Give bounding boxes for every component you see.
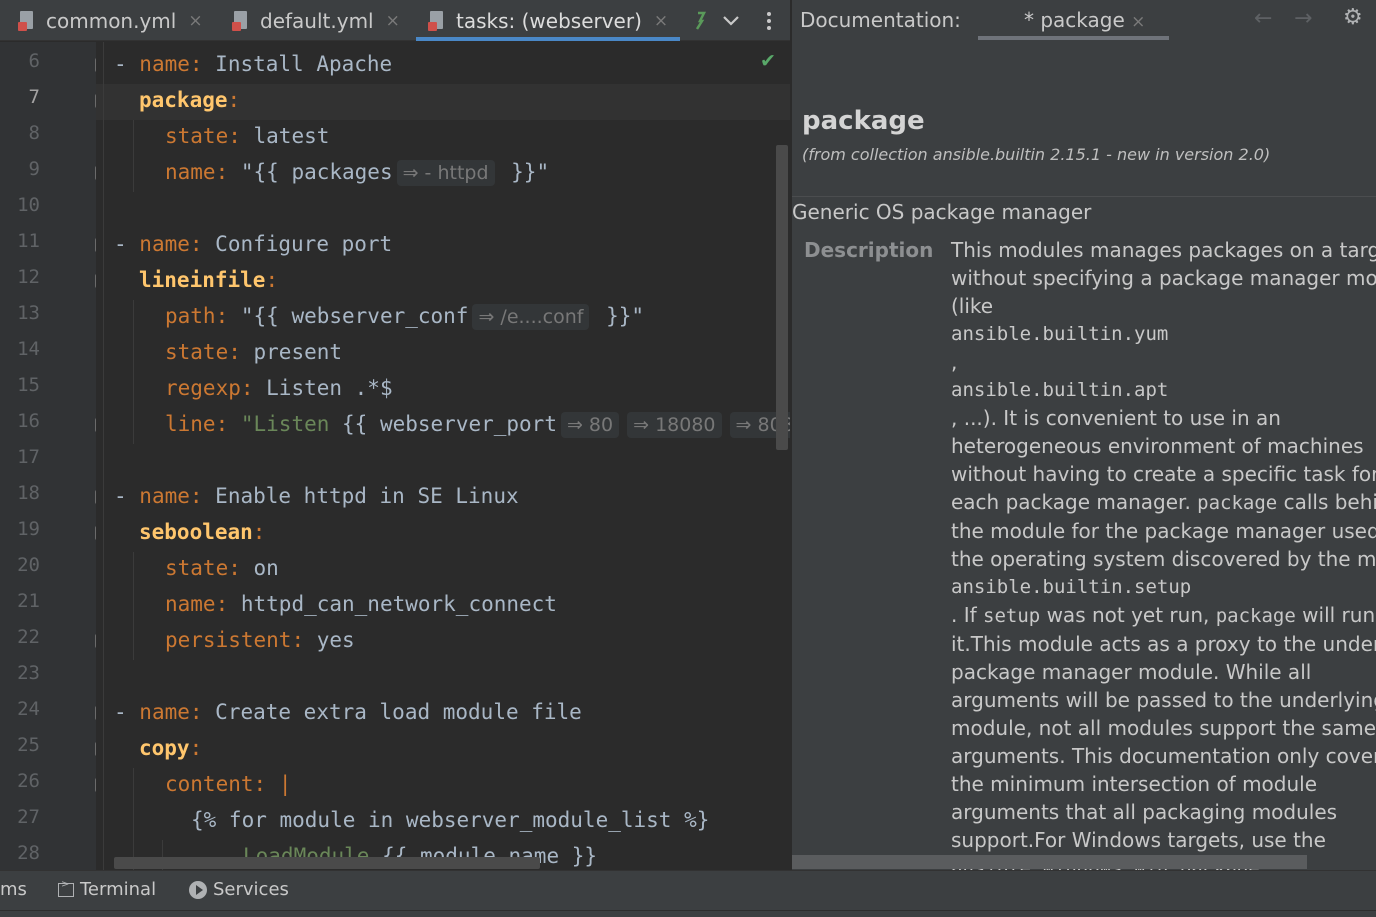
line-number: 8	[28, 122, 40, 144]
code-line: lineinfile:	[139, 268, 279, 292]
line-number: 19	[17, 518, 40, 540]
line-number: 15	[17, 374, 40, 396]
doc-tab-indicator	[978, 36, 1169, 40]
line-number: 9	[28, 158, 40, 180]
line-number: 11	[17, 230, 40, 252]
inlay-hint[interactable]: ⇒ 80	[560, 412, 620, 438]
ansible-icon[interactable]	[692, 0, 708, 41]
line-number: 16	[17, 410, 40, 432]
documentation-title: Documentation:	[800, 8, 961, 32]
tab-default-yml[interactable]: default.yml ×	[232, 0, 400, 41]
line-number: 23	[17, 662, 40, 684]
indent-guide	[133, 768, 134, 870]
close-icon[interactable]: ×	[654, 11, 668, 31]
tab-label: tasks: (webserver)	[456, 8, 642, 33]
indent-guide	[133, 300, 134, 444]
documentation-header: Documentation: * package × ← → ⚙	[792, 0, 1376, 41]
code-line: - name: Configure port	[114, 232, 393, 256]
line-number: 13	[17, 302, 40, 324]
inlay-hint[interactable]: ⇒ /e....conf	[472, 304, 590, 330]
line-number-gutter: 6 7 8 9 10 11 12 13 14 15 16 17 18 19 20…	[0, 42, 109, 870]
doc-horizontal-scrollbar[interactable]	[792, 855, 1307, 869]
tab-label: common.yml	[46, 8, 177, 33]
module-subtitle: (from collection ansible.builtin 2.15.1 …	[802, 145, 1271, 164]
line-number: 21	[17, 590, 40, 612]
tab-label: default.yml	[260, 8, 374, 33]
code-editor[interactable]: - name: Install Apache package: state: l…	[96, 42, 790, 870]
code-line: line: "Listen {{ webserver_port ⇒ 80 ⇒ 180…	[165, 406, 790, 442]
inlay-hint[interactable]: ⇒ - httpd	[396, 160, 495, 186]
code-line: state: latest	[165, 124, 330, 148]
line-number: 20	[17, 554, 40, 576]
line-number: 17	[17, 446, 40, 468]
indent-guide	[133, 120, 134, 192]
indent-guide	[133, 552, 134, 660]
code-line: state: present	[165, 340, 343, 364]
tool-problems[interactable]: ms	[0, 879, 27, 900]
code-line: copy:	[139, 736, 203, 760]
more-options-icon[interactable]	[766, 0, 772, 41]
tab-list-chevron-down-icon[interactable]	[722, 0, 740, 41]
module-heading: package	[802, 106, 925, 136]
documentation-panel: Documentation: * package × ← → ⚙ package…	[791, 0, 1376, 870]
line-number: 10	[17, 194, 40, 216]
code-line: name: "{{ packages ⇒ - httpd }}"	[165, 160, 550, 186]
code-line: package:	[139, 88, 241, 112]
tool-window-bar: ms Terminal Services	[0, 870, 1376, 910]
description-label: Description	[804, 238, 934, 262]
yaml-file-icon	[18, 10, 36, 32]
code-line: - name: Enable httpd in SE Linux	[114, 484, 519, 508]
status-bar	[0, 910, 1376, 917]
code-line: regexp: Listen .*$	[165, 376, 393, 400]
tab-common-yml[interactable]: common.yml ×	[18, 0, 203, 41]
close-icon[interactable]: ×	[188, 11, 202, 31]
line-number: 25	[17, 734, 40, 756]
code-line: persistent: yes	[165, 628, 355, 652]
editor-vertical-scrollbar[interactable]	[776, 145, 788, 450]
close-icon[interactable]: ×	[1131, 12, 1145, 32]
description-text: This modules manages packages on a targe…	[951, 238, 1376, 870]
line-number: 26	[17, 770, 40, 792]
indent-guide	[103, 42, 104, 870]
line-number: 18	[17, 482, 40, 504]
close-icon[interactable]: ×	[386, 11, 400, 31]
tool-services[interactable]: Services	[189, 879, 289, 900]
code-line: - name: Install Apache	[114, 52, 393, 76]
line-number: 14	[17, 338, 40, 360]
terminal-icon	[58, 879, 74, 897]
code-line: path: "{{ webserver_conf ⇒ /e....conf }}"	[165, 304, 645, 330]
line-number: 22	[17, 626, 40, 648]
line-number: 24	[17, 698, 40, 720]
yaml-file-icon	[232, 10, 250, 32]
line-number-current: 7	[28, 86, 40, 108]
editor-tab-bar: common.yml × default.yml × tasks: (webse…	[0, 0, 790, 41]
active-tab-indicator	[416, 37, 680, 41]
line-number: 27	[17, 806, 40, 828]
line-number: 6	[28, 50, 40, 72]
forward-arrow-icon[interactable]: →	[1294, 6, 1312, 31]
back-arrow-icon[interactable]: ←	[1254, 6, 1272, 31]
inlay-hint[interactable]: ⇒ 18080	[627, 412, 722, 438]
code-line: content: |	[165, 772, 292, 796]
tool-terminal[interactable]: Terminal	[58, 879, 156, 900]
inspection-ok-checkmark-icon[interactable]: ✔	[760, 50, 776, 72]
yaml-file-icon	[428, 10, 446, 32]
services-icon	[189, 880, 207, 899]
editor-horizontal-scrollbar[interactable]	[114, 857, 540, 869]
tab-tasks-webserver[interactable]: tasks: (webserver) ×	[428, 0, 668, 41]
tab-package-doc[interactable]: * package ×	[1024, 8, 1145, 32]
code-line: name: httpd_can_network_connect	[165, 592, 557, 616]
code-line: {% for module in webserver_module_list %…	[191, 808, 710, 832]
gear-icon[interactable]: ⚙	[1343, 5, 1363, 30]
code-line: state: on	[165, 556, 279, 580]
code-line: seboolean:	[139, 520, 266, 544]
line-number: 28	[17, 842, 40, 864]
code-line: - name: Create extra load module file	[114, 700, 582, 724]
line-number: 12	[17, 266, 40, 288]
module-summary: Generic OS package manager	[792, 200, 1092, 224]
